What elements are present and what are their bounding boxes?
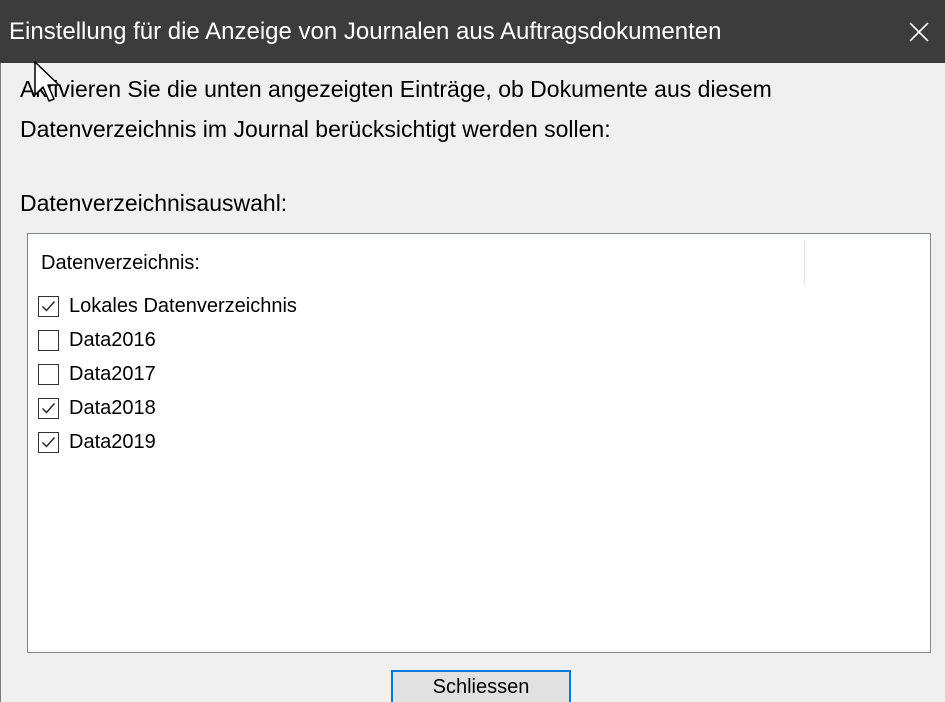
- data-directory-list[interactable]: Datenverzeichnis: Lokales Datenverzeichn…: [27, 233, 931, 653]
- list-item-label: Lokales Datenverzeichnis: [69, 294, 297, 317]
- close-button[interactable]: Schliessen: [391, 670, 571, 702]
- window-border: [0, 63, 1, 702]
- checkbox[interactable]: [38, 329, 59, 351]
- checkbox[interactable]: [38, 295, 59, 317]
- arrow-cursor-icon: [34, 61, 60, 102]
- checkmark-icon: [42, 436, 56, 448]
- checkbox[interactable]: [38, 431, 59, 453]
- settings-dialog: Einstellung für die Anzeige von Journale…: [0, 0, 945, 702]
- close-icon: [909, 21, 929, 42]
- checkbox-list: Lokales Datenverzeichnis Data2016 Data20…: [38, 289, 297, 459]
- column-divider[interactable]: [804, 240, 805, 285]
- list-item[interactable]: Data2019: [38, 425, 297, 459]
- list-item-label: Data2019: [69, 430, 156, 453]
- list-item[interactable]: Data2018: [38, 391, 297, 425]
- list-item-label: Data2016: [69, 328, 156, 351]
- list-item[interactable]: Data2017: [38, 357, 297, 391]
- list-item[interactable]: Data2016: [38, 323, 297, 357]
- list-item[interactable]: Lokales Datenverzeichnis: [38, 289, 297, 323]
- intro-text-line-2: Datenverzeichnis im Journal berücksichti…: [20, 116, 611, 142]
- list-column-header: Datenverzeichnis:: [41, 252, 200, 274]
- checkmark-icon: [42, 300, 56, 312]
- window-title: Einstellung für die Anzeige von Journale…: [9, 18, 722, 45]
- intro-text-line-1: Aktivieren Sie die unten angezeigten Ein…: [20, 76, 772, 102]
- checkmark-icon: [42, 402, 56, 414]
- list-item-label: Data2018: [69, 396, 156, 419]
- close-window-button[interactable]: [893, 0, 945, 63]
- checkbox[interactable]: [38, 363, 59, 385]
- title-bar[interactable]: Einstellung für die Anzeige von Journale…: [0, 0, 945, 63]
- section-label: Datenverzeichnisauswahl:: [20, 190, 288, 216]
- list-item-label: Data2017: [69, 362, 156, 385]
- checkbox[interactable]: [38, 397, 59, 419]
